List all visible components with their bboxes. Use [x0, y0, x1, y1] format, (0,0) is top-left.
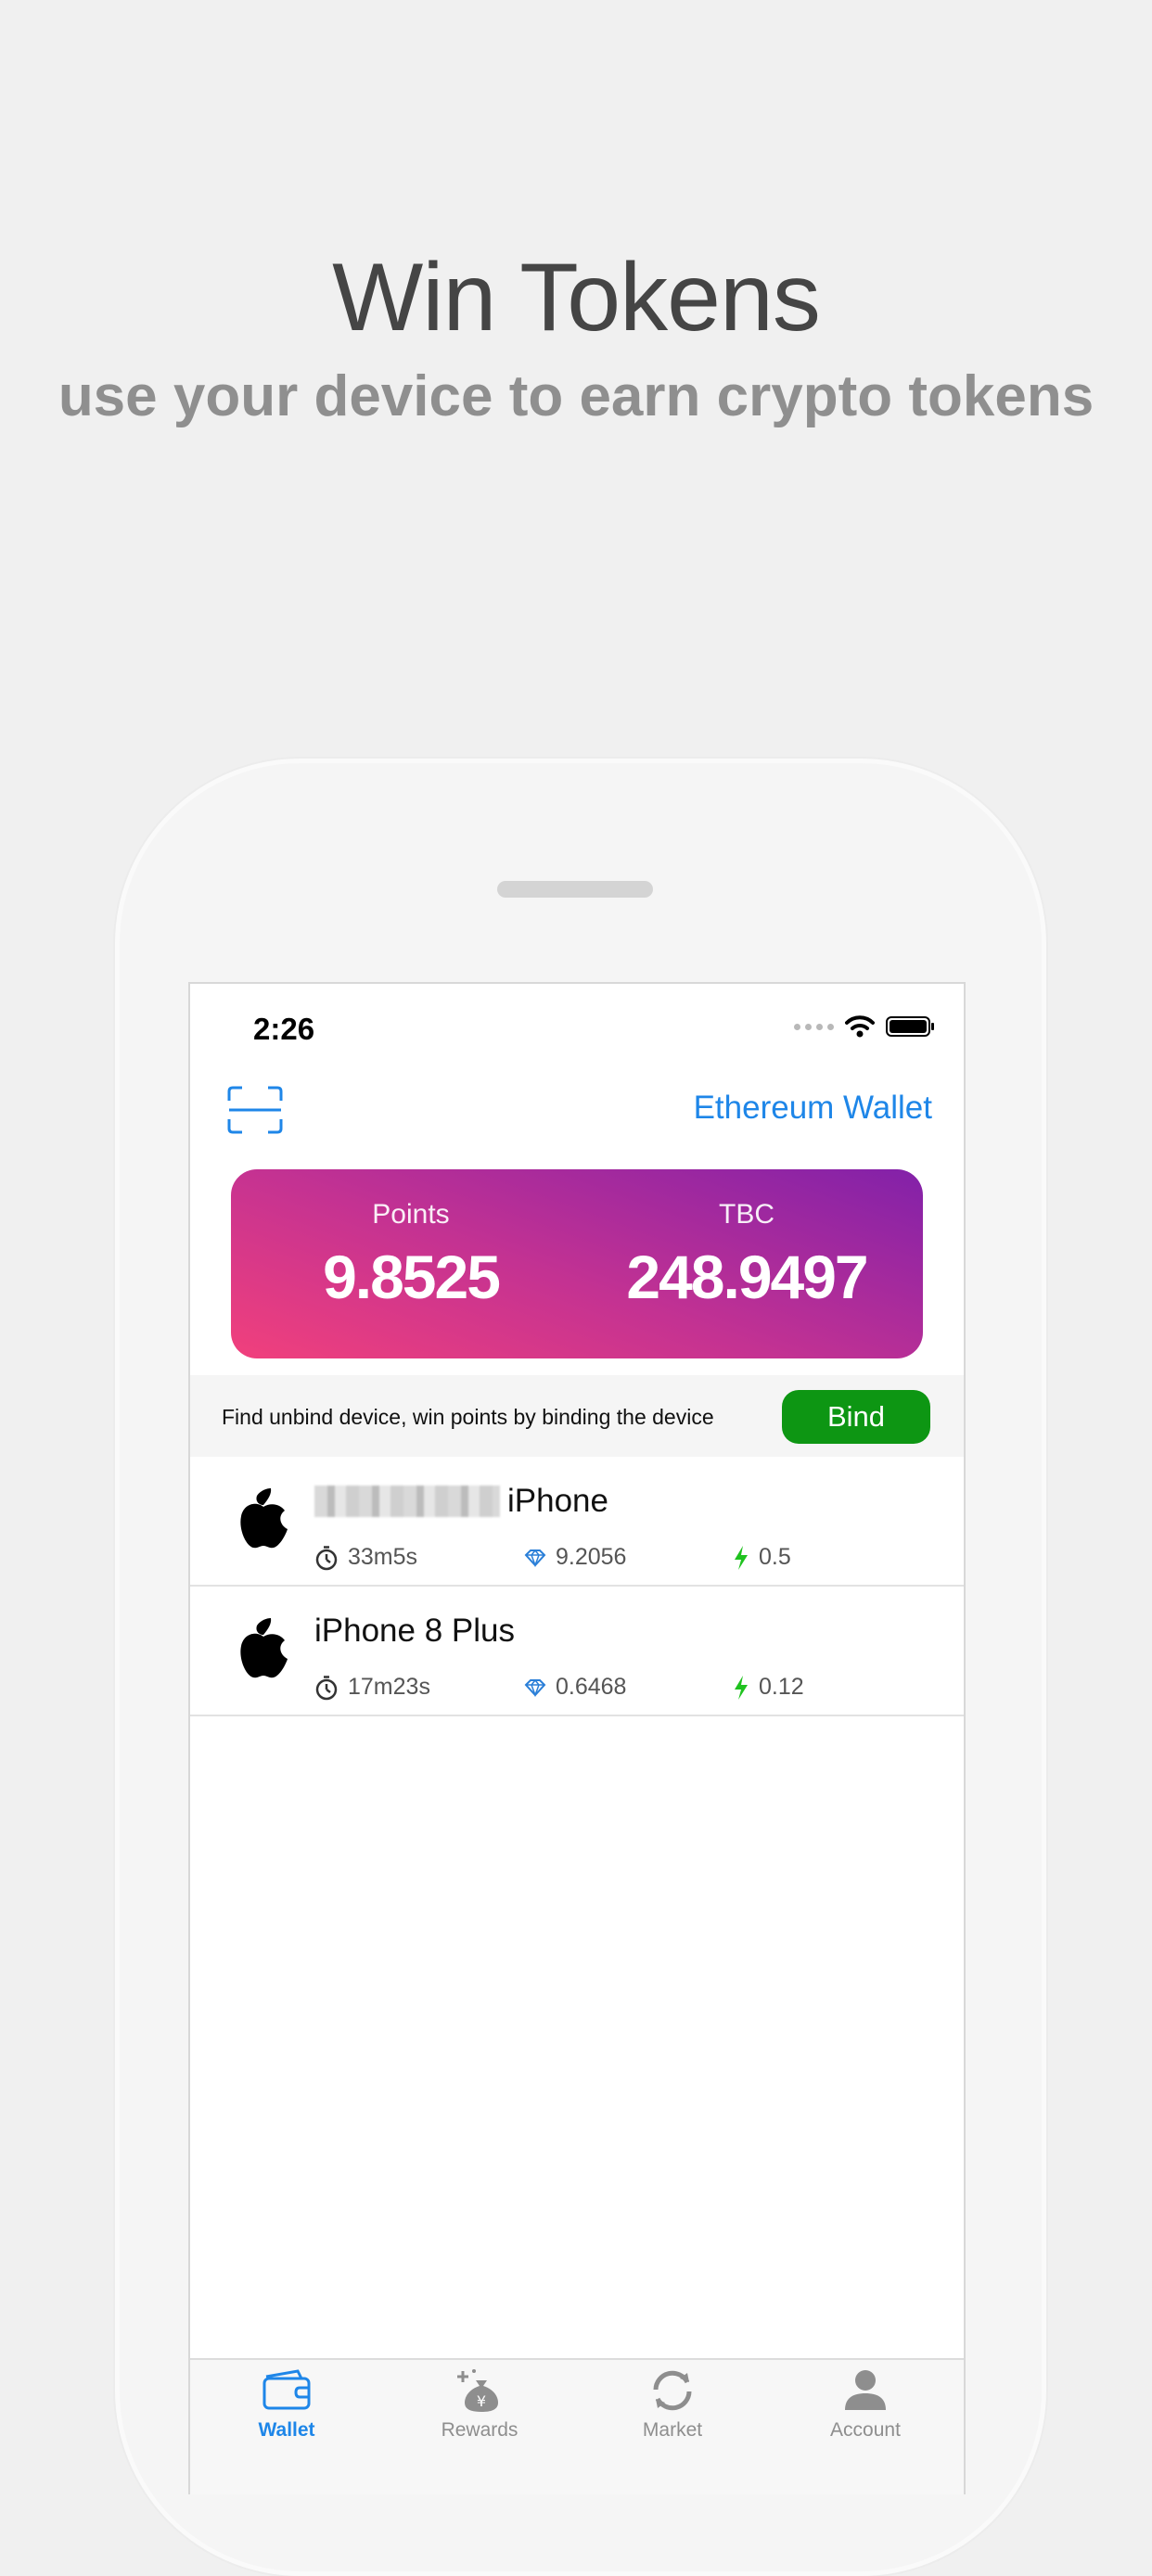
ethereum-wallet-link[interactable]: Ethereum Wallet: [694, 1090, 932, 1127]
device-name: iPhone: [314, 1483, 608, 1520]
tab-account-label: Account: [830, 2419, 901, 2441]
phone-speaker: [497, 881, 653, 898]
signal-icon: [794, 1023, 834, 1030]
market-icon: [653, 2370, 692, 2411]
wifi-icon: [845, 1015, 875, 1038]
device-name: iPhone 8 Plus: [314, 1613, 515, 1649]
device-time: 33m5s: [314, 1544, 417, 1571]
tbc-balance: TBC 248.9497: [577, 1199, 916, 1312]
device-time: 17m23s: [314, 1674, 430, 1701]
device-row[interactable]: iPhone 33m5s 9.2056 0.5: [190, 1457, 964, 1587]
app-screen: 2:26 Ethereum Wallet Points 9.8525 TBC 2…: [188, 982, 966, 2494]
bind-message: Find unbind device, win points by bindin…: [222, 1405, 714, 1429]
device-power: 0.12: [733, 1674, 804, 1701]
account-icon: [845, 2370, 886, 2410]
apple-icon: [240, 1618, 288, 1678]
status-time: 2:26: [253, 1012, 315, 1046]
diamond-icon: [524, 1678, 546, 1697]
status-icons: [794, 1015, 936, 1038]
tab-rewards-label: Rewards: [441, 2419, 518, 2441]
redacted-owner-name: [314, 1486, 500, 1517]
diamond-icon: [524, 1549, 546, 1567]
points-label: Points: [372, 1199, 450, 1230]
device-row[interactable]: iPhone 8 Plus 17m23s 0.6468 0.12: [190, 1587, 964, 1716]
bind-button[interactable]: Bind: [782, 1390, 930, 1444]
rewards-icon: ¥: [457, 2369, 498, 2412]
tbc-label: TBC: [719, 1199, 774, 1230]
tbc-value: 248.9497: [626, 1243, 868, 1311]
stopwatch-icon: [315, 1675, 338, 1700]
stopwatch-icon: [315, 1545, 338, 1570]
promo-title: Win Tokens: [332, 244, 821, 351]
promo-subtitle: use your device to earn crypto tokens: [58, 364, 1094, 428]
svg-text:¥: ¥: [477, 2392, 486, 2410]
battery-icon: [886, 1016, 934, 1037]
device-power-value: 0.12: [759, 1674, 804, 1700]
points-value: 9.8525: [323, 1243, 501, 1311]
device-name-text: iPhone: [507, 1483, 608, 1519]
tab-wallet-label: Wallet: [258, 2419, 315, 2441]
device-time-value: 33m5s: [348, 1544, 418, 1570]
tab-market[interactable]: Market: [576, 2367, 769, 2442]
tab-bar: Wallet ¥ Rewards Market Account: [190, 2358, 964, 2494]
device-points: 9.2056: [524, 1544, 626, 1571]
tab-rewards[interactable]: ¥ Rewards: [383, 2367, 576, 2442]
tab-market-label: Market: [642, 2419, 703, 2441]
lightning-icon: [735, 1675, 748, 1700]
points-balance: Points 9.8525: [231, 1199, 591, 1312]
bind-banner: Find unbind device, win points by bindin…: [190, 1375, 964, 1457]
device-time-value: 17m23s: [348, 1674, 430, 1700]
scan-icon[interactable]: [227, 1086, 283, 1134]
apple-icon: [240, 1488, 288, 1549]
tab-wallet[interactable]: Wallet: [190, 2367, 383, 2442]
tab-account[interactable]: Account: [769, 2367, 962, 2442]
lightning-icon: [735, 1545, 748, 1570]
device-points: 0.6468: [524, 1674, 626, 1701]
balance-card: Points 9.8525 TBC 248.9497: [231, 1169, 923, 1358]
device-power-value: 0.5: [759, 1544, 791, 1570]
device-points-value: 0.6468: [556, 1674, 627, 1700]
wallet-icon: [262, 2369, 311, 2410]
device-points-value: 9.2056: [556, 1544, 627, 1570]
device-power: 0.5: [733, 1544, 791, 1571]
